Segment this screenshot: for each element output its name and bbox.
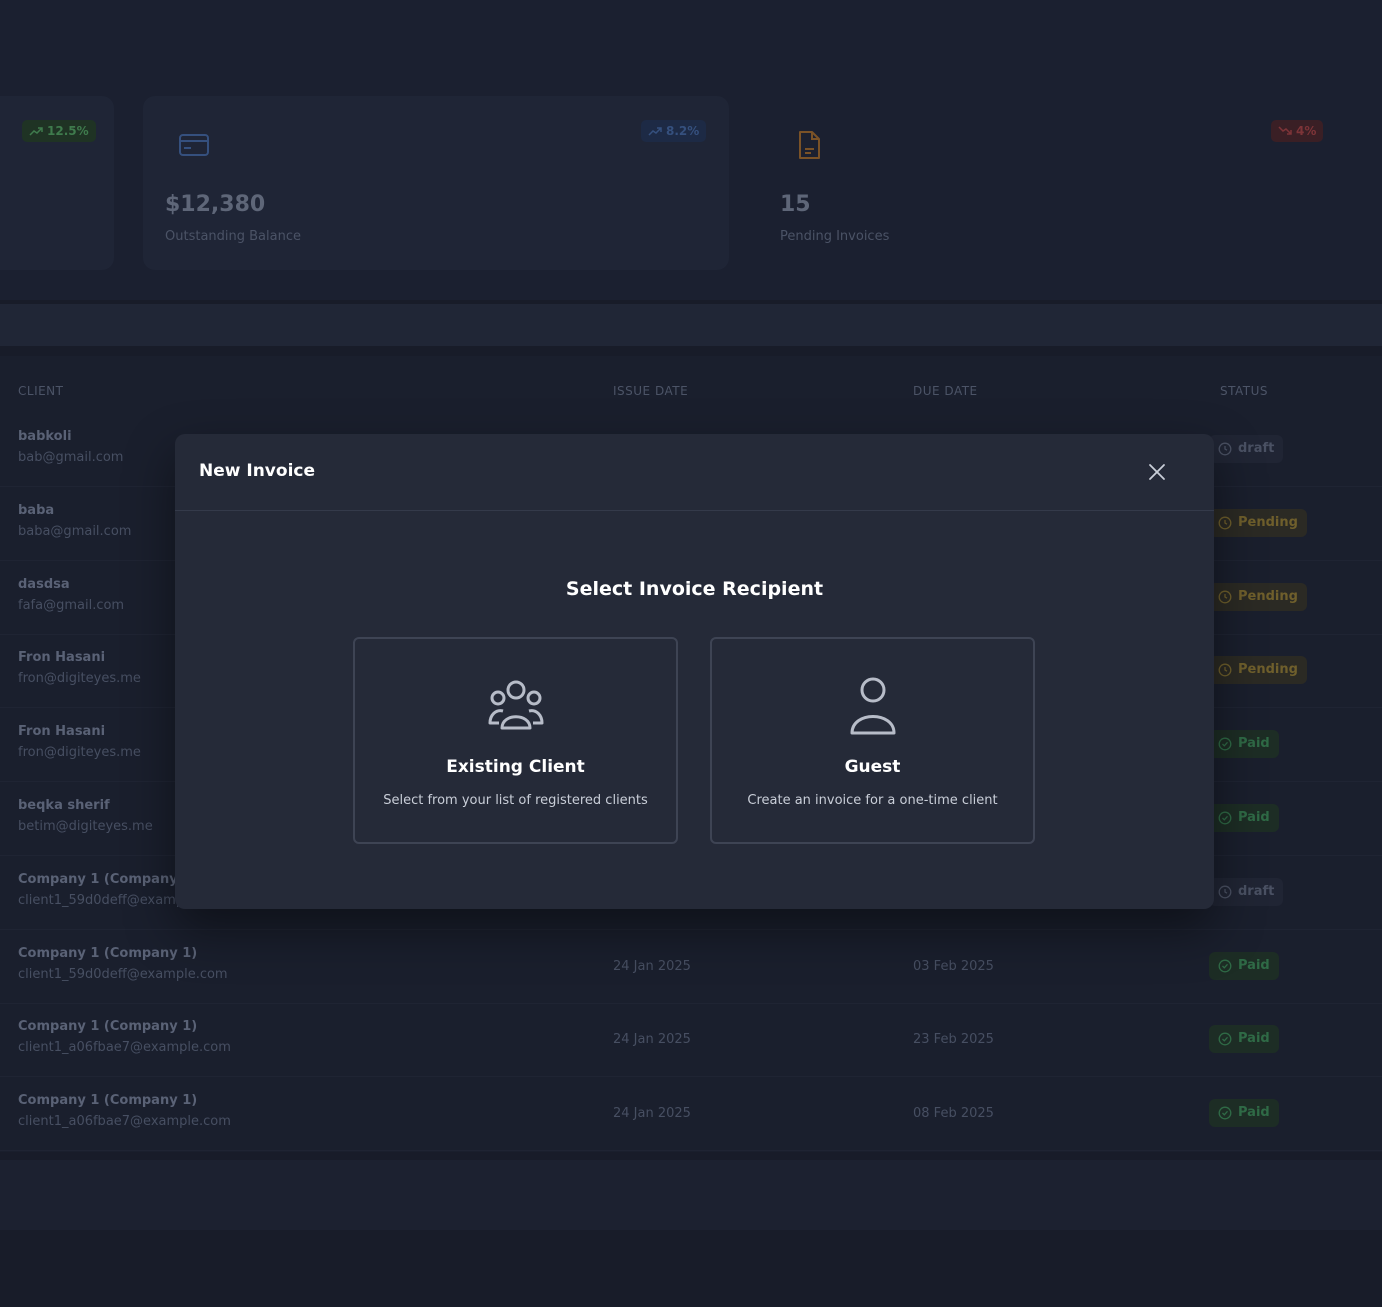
trend-badge: 4% [1271, 120, 1324, 142]
trend-up-icon [29, 127, 43, 136]
option-description: Select from your list of registered clie… [383, 793, 648, 808]
check-circle-icon [1218, 1106, 1232, 1120]
issue-date: 24 Jan 2025 [613, 958, 691, 974]
client-email: client1_59d0deff@example.com [18, 966, 228, 982]
status-badge: Pending [1209, 656, 1307, 685]
client-name: Company 1 (Company 1) [18, 1019, 198, 1035]
status-badge: draft [1209, 435, 1284, 463]
table-row[interactable]: Company 1 (Company 1) client1_a06fbae7@ex… [0, 1003, 1382, 1078]
stats-section: 12.5% 8.2% $12,380 Outstanding Balance 4… [0, 0, 1382, 300]
table-row[interactable]: Company 1 (Company 1) client1_59d0deff@ex… [0, 930, 1382, 1004]
pagination-bar [0, 1160, 1382, 1230]
users-group-icon [485, 675, 547, 737]
client-email: fron@digiteyes.me [18, 745, 141, 761]
column-header-issue-date[interactable]: ISSUE DATE [613, 384, 688, 398]
column-header-client[interactable]: CLIENT [18, 384, 64, 398]
client-name: dasdsa [18, 576, 70, 592]
stat-label: Outstanding Balance [165, 229, 301, 244]
trend-badge: 12.5% [22, 120, 96, 142]
check-circle-icon [1218, 959, 1232, 973]
close-button[interactable] [1145, 460, 1169, 484]
check-circle-icon [1218, 811, 1232, 825]
modal-header: New Invoice [175, 434, 1214, 511]
option-title: Guest [844, 757, 901, 777]
stat-label: Pending Invoices [780, 229, 890, 244]
status-label: Pending [1238, 588, 1298, 604]
table-row[interactable]: Company 1 (Company 1) client1_a06fbae7@ex… [0, 1077, 1382, 1152]
trend-down-icon [1278, 126, 1292, 135]
status-label: draft [1238, 883, 1275, 899]
status-badge: Paid [1209, 1025, 1279, 1054]
client-email: betim@digiteyes.me [18, 819, 153, 834]
status-label: Paid [1238, 1105, 1270, 1121]
stat-value: $12,380 [165, 192, 266, 217]
client-email: fron@digiteyes.me [18, 671, 141, 687]
new-invoice-modal: New Invoice Select Invoice Recipient Exi… [175, 434, 1214, 909]
client-name: Company 1 (Company 1) [18, 945, 198, 961]
client-name: Fron Hasani [18, 724, 106, 740]
credit-card-icon [179, 130, 209, 160]
status-label: draft [1238, 441, 1275, 456]
status-label: Paid [1238, 1031, 1270, 1047]
modal-title: New Invoice [199, 461, 316, 481]
clock-icon [1218, 663, 1232, 677]
clock-icon [1218, 516, 1232, 530]
client-name: beqka sherif [18, 798, 110, 813]
client-email: client1_59d0deff@examp [18, 892, 185, 908]
user-icon [842, 675, 904, 737]
status-badge: Paid [1209, 1099, 1279, 1128]
close-icon [1149, 464, 1165, 480]
check-circle-icon [1218, 737, 1232, 751]
filter-bar [0, 304, 1382, 346]
modal-heading: Select Invoice Recipient [565, 578, 824, 600]
stat-value: 15 [780, 192, 811, 217]
client-email: bab@gmail.com [18, 450, 124, 465]
client-name: Company 1 (Company 1) [18, 1093, 198, 1109]
document-icon [794, 130, 824, 160]
issue-date: 24 Jan 2025 [613, 1032, 691, 1048]
guest-option[interactable]: Guest Create an invoice for a one-time c… [710, 637, 1035, 844]
option-description: Create an invoice for a one-time client [747, 793, 998, 808]
status-label: Paid [1238, 810, 1270, 825]
trend-up-icon [648, 127, 662, 136]
trend-value: 12.5% [47, 124, 89, 138]
client-name: Fron Hasani [18, 650, 106, 666]
issue-date: 24 Jan 2025 [613, 1106, 691, 1122]
due-date: 08 Feb 2025 [913, 1106, 994, 1122]
client-email: client1_a06fbae7@example.com [18, 1040, 231, 1056]
status-badge: Pending [1209, 508, 1307, 537]
clock-icon [1218, 590, 1232, 604]
client-name: babkoli [18, 429, 72, 444]
status-badge: Paid [1209, 730, 1279, 759]
column-header-due-date[interactable]: DUE DATE [913, 384, 978, 398]
due-date: 23 Feb 2025 [913, 1032, 994, 1048]
status-badge: Paid [1209, 951, 1279, 980]
stat-card-outstanding: 8.2% $12,380 Outstanding Balance [143, 96, 729, 270]
status-badge: draft [1209, 877, 1284, 906]
status-label: Paid [1238, 957, 1270, 973]
existing-client-option[interactable]: Existing Client Select from your list of… [353, 637, 678, 844]
clock-icon [1218, 442, 1232, 456]
clock-icon [1218, 885, 1232, 899]
trend-badge: 8.2% [641, 120, 707, 142]
trend-value: 4% [1296, 124, 1317, 138]
client-email: fafa@gmail.com [18, 597, 125, 613]
client-name: baba [18, 502, 55, 518]
option-title: Existing Client [446, 757, 585, 777]
check-circle-icon [1218, 1032, 1232, 1046]
client-email: client1_a06fbae7@example.com [18, 1114, 231, 1130]
stat-card: 12.5% [0, 96, 114, 270]
stat-card-pending: 4% 15 Pending Invoices [758, 96, 1344, 270]
status-badge: Paid [1209, 804, 1279, 832]
status-label: Paid [1238, 736, 1270, 752]
due-date: 03 Feb 2025 [913, 958, 994, 974]
trend-value: 8.2% [666, 124, 700, 138]
client-email: baba@gmail.com [18, 523, 132, 539]
status-badge: Pending [1209, 582, 1307, 611]
client-name: Company 1 (Company 1) [18, 871, 198, 887]
status-label: Pending [1238, 514, 1298, 530]
status-label: Pending [1238, 662, 1298, 678]
column-header-status[interactable]: STATUS [1220, 384, 1268, 398]
